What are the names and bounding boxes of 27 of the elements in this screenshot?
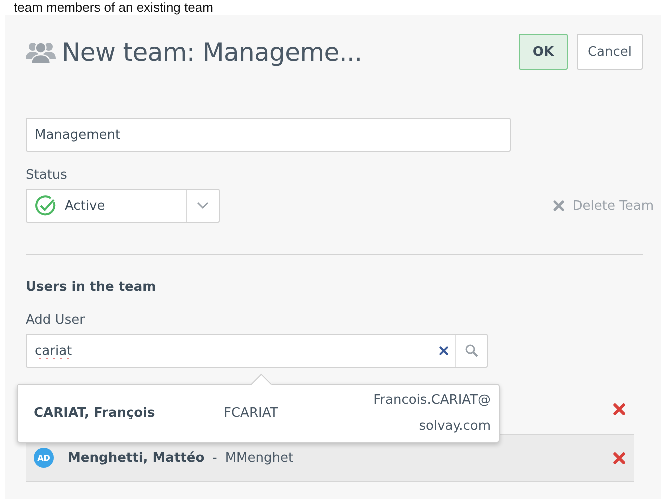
status-label: Status (26, 168, 68, 183)
ok-button[interactable]: OK (518, 34, 568, 70)
check-circle-icon (35, 195, 57, 217)
remove-button[interactable] (613, 452, 626, 464)
caption-text: team members of an existing team (14, 0, 214, 15)
chevron-down-icon (197, 202, 209, 210)
separator-text: - (212, 450, 218, 466)
close-icon (552, 200, 565, 212)
avatar-badge: AD (34, 448, 54, 468)
suggestion-name: CARIAT, François (34, 406, 156, 421)
suggestion-login: FCARIAT (224, 406, 280, 421)
close-icon (439, 346, 449, 356)
section-title: Users in the team (26, 280, 158, 295)
cancel-button[interactable]: Cancel (576, 34, 643, 70)
dialog-title: New team: Manageme... (62, 38, 364, 66)
close-icon (613, 402, 626, 416)
member-login: MMenghet (225, 450, 294, 466)
remove-button[interactable] (613, 402, 626, 416)
users-icon (26, 40, 56, 64)
suggestion-email: Francois.CARIAT@ solvay.com (374, 392, 491, 436)
user-search-field[interactable]: cariat (26, 334, 488, 368)
add-user-label: Add User (26, 313, 86, 328)
close-icon (613, 452, 626, 464)
member-name: Menghetti, Mattéo (68, 450, 205, 466)
status-dropdown[interactable]: Active (26, 189, 220, 223)
search-icon (464, 344, 478, 358)
team-name-field[interactable]: Management (26, 118, 511, 152)
